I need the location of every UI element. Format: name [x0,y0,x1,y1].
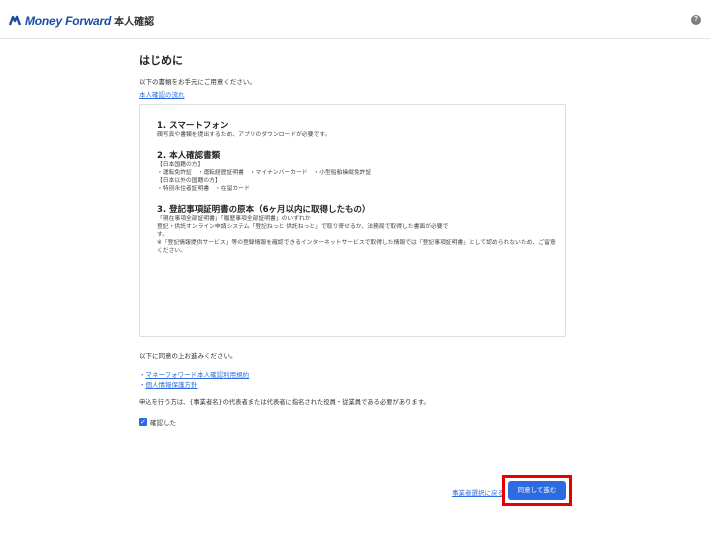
main-content: はじめに 以下の書類をお手元にご用意ください。 本人確認の流れ 1. スマートフ… [139,52,579,427]
japan-nationals-label: 【日本国籍の方】 [157,162,204,168]
privacy-policy-link[interactable]: 個人情報保護方針 [146,381,198,389]
section-registry-title: 3. 登記事項証明書の原本（6ヶ月以内に取得したもの） [157,205,371,215]
header-title: 本人確認 [114,17,155,28]
section-smartphone-title: 1. スマートフォン [157,121,229,131]
agreement-section: 以下に同意の上お進みください。 ・マネーフォワード本人確認利用規約 ・個人情報保… [139,350,579,427]
section-smartphone-desc: 顔写真や書類を提出するため、アプリのダウンロードが必要です。 [157,132,331,138]
agree-and-continue-button[interactable]: 同意して進む [508,481,566,500]
terms-list: ・マネーフォワード本人確認利用規約 ・個人情報保護方針 [139,370,579,390]
app-header: Money Forward 本人確認 ? [0,0,710,39]
money-forward-logo-icon [8,15,22,25]
verification-flow-link[interactable]: 本人確認の流れ [139,89,579,99]
logo[interactable]: Money Forward 本人確認 [8,13,154,28]
privacy-policy-link-item[interactable]: ・個人情報保護方針 [139,380,579,390]
applicant-notice: 申込を行う方は、{事業者名}の代表者または代表者に指名された役員・従業員である必… [139,399,430,406]
intro-text: 以下の書類をお手元にご用意ください。 [139,78,256,86]
foreign-nationals-label: 【日本以外の国籍の方】 [157,178,221,184]
section-id-docs-title: 2. 本人確認書類 [157,151,221,161]
back-to-business-selection-link[interactable]: 事業者選択に戻る [452,487,504,497]
foreign-nationals-docs: ・特別永住者証明書 ・在留カード [157,186,250,192]
terms-of-use-link-item[interactable]: ・マネーフォワード本人確認利用規約 [139,370,579,380]
page-title: はじめに [139,54,183,67]
confirm-checkbox-label[interactable]: 確認した [150,417,176,427]
terms-of-use-link[interactable]: マネーフォワード本人確認利用規約 [146,371,250,379]
confirm-checkbox-row[interactable]: ✓ 確認した [139,417,579,427]
brand-name: Money Forward [25,13,112,28]
registry-line-1: 「現在事項全部証明書」「履歴事項全部証明書」のいずれか [157,216,311,222]
confirm-checkbox[interactable]: ✓ [139,418,147,426]
agreement-text: 以下に同意の上お進みください。 [139,352,237,360]
registry-line-2: 登記・供託オンライン申請システム「登記ねっと 供託ねっと」で取り寄せるか、法務局… [157,224,449,230]
registry-line-3: す。 [157,232,169,238]
registry-note: ※「登記情報提供サービス」等の登録情報を確認できるインターネットサービスで取得し… [157,240,556,254]
japan-nationals-docs: ・運転免許証 ・運転経歴証明書 ・マイナンバーカード ・小型船舶操縦免許証 [157,170,372,176]
requirements-box: 1. スマートフォン 顔写真や書類を提出するため、アプリのダウンロードが必要です… [139,104,566,337]
help-icon[interactable]: ? [691,15,701,25]
